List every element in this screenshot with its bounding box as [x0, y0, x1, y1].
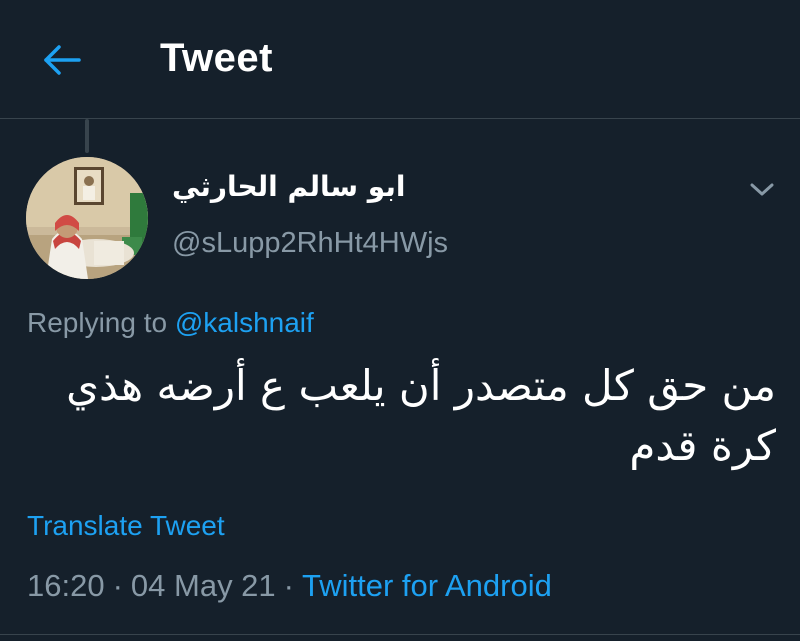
avatar-photo	[26, 157, 148, 279]
author-handle[interactable]: @sLupp2RhHt4HWjs	[172, 227, 448, 260]
arrow-left-icon	[44, 45, 81, 75]
divider	[0, 634, 800, 635]
tweet-options-button[interactable]	[740, 172, 784, 208]
meta-separator: ·	[283, 568, 294, 603]
translate-tweet-link[interactable]: Translate Tweet	[27, 510, 225, 542]
chevron-down-icon	[750, 183, 774, 196]
replying-to-label: Replying to	[27, 307, 168, 338]
tweet-body-text: من حق كل متصدر أن يلعب ع أرضه هذي كرة قد…	[66, 361, 776, 470]
page-title: Tweet	[160, 36, 273, 80]
thread-connector-line	[85, 119, 89, 153]
tweet-detail-screen: Tweet ابو سالم الحارثي @sLupp2RhHt4HWjs	[0, 0, 800, 641]
tweet-date: 04 May 21	[130, 568, 276, 603]
reply-mention-link[interactable]: @kalshnaif	[175, 307, 314, 338]
tweet-time: 16:20	[27, 568, 105, 603]
top-bar: Tweet	[0, 0, 800, 119]
author-display-name[interactable]: ابو سالم الحارثي	[172, 170, 405, 203]
replying-to-line: Replying to @kalshnaif	[27, 307, 314, 339]
back-button[interactable]	[38, 38, 86, 82]
meta-separator: ·	[112, 568, 123, 603]
tweet-source-link[interactable]: Twitter for Android	[302, 568, 552, 603]
tweet-metadata: 16:20 · 04 May 21 · Twitter for Android	[27, 568, 552, 604]
avatar[interactable]	[26, 157, 148, 279]
